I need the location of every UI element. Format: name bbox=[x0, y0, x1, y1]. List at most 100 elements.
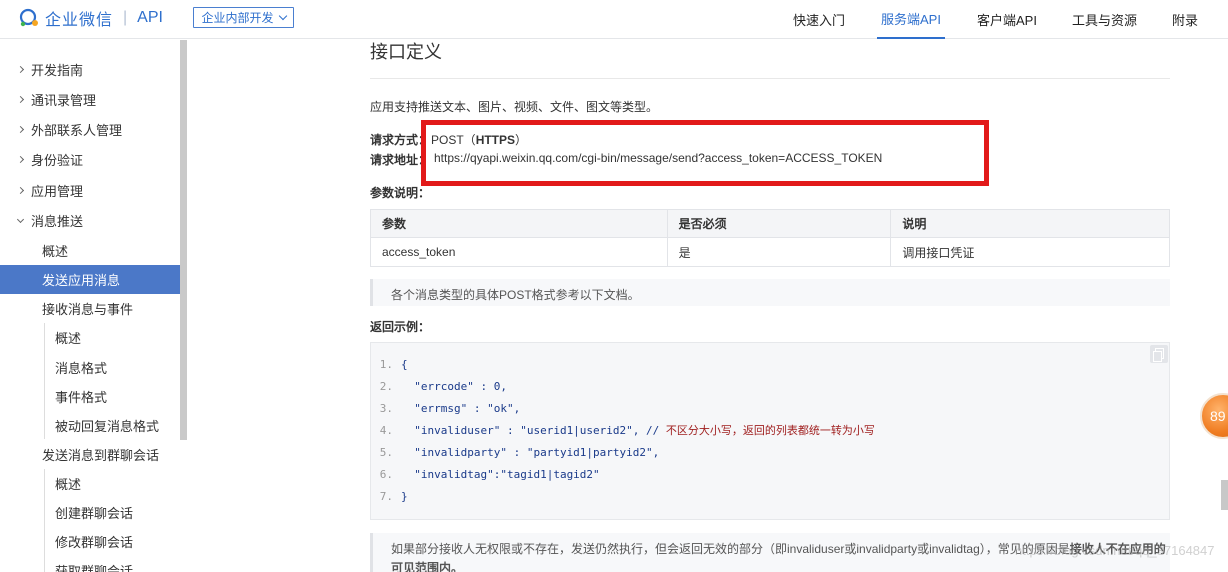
return-label: 返回示例： bbox=[370, 320, 431, 334]
chevron-right-icon bbox=[16, 65, 25, 74]
logo-divider: | bbox=[123, 9, 128, 26]
watermark: https://blog.csdn.net/qq_37164847 bbox=[1015, 543, 1215, 558]
badge-value: 89 bbox=[1210, 408, 1226, 424]
nav-client-api[interactable]: 客户端API bbox=[977, 0, 1037, 39]
page-title: 接口定义 bbox=[370, 42, 442, 62]
sidebar-item-create-group[interactable]: 创建群聊会话 bbox=[0, 498, 180, 527]
chevron-right-icon bbox=[16, 186, 25, 195]
params-label: 参数说明： bbox=[370, 186, 431, 200]
code-line: 5. "invalidparty" : "partyid1|partyid2", bbox=[371, 441, 660, 463]
sidebar-item-label: 概述 bbox=[42, 244, 69, 259]
sidebar-item-group-chat[interactable]: 发送消息到群聊会话 bbox=[0, 440, 180, 469]
code-text: "errcode" : 0, bbox=[401, 379, 507, 393]
sidebar-item-external-contacts[interactable]: 外部联系人管理 bbox=[0, 115, 180, 144]
sidebar-item-app-management[interactable]: 应用管理 bbox=[0, 176, 180, 205]
sidebar-item-label: 通讯录管理 bbox=[31, 93, 97, 108]
sidebar-item-auth[interactable]: 身份验证 bbox=[0, 145, 180, 174]
line-number: 6. bbox=[379, 467, 393, 481]
sidebar-item-label: 创建群聊会话 bbox=[55, 506, 134, 521]
format-note: 各个消息类型的具体POST格式参考以下文档。 bbox=[370, 279, 1170, 306]
sidebar-item-label: 修改群聊会话 bbox=[55, 535, 134, 550]
sidebar-item-message-format[interactable]: 消息格式 bbox=[0, 353, 180, 382]
nav-appendix[interactable]: 附录 bbox=[1172, 0, 1198, 39]
table-header-row: 参数 是否必须 说明 bbox=[370, 209, 1170, 238]
sidebar-item-receive-overview[interactable]: 概述 bbox=[0, 323, 180, 352]
line-number: 5. bbox=[379, 445, 393, 459]
sidebar-item-label: 接收消息与事件 bbox=[42, 302, 134, 317]
title-divider bbox=[370, 78, 1170, 79]
code-line: 2. "errcode" : 0, bbox=[371, 375, 507, 397]
sidebar-item-passive-reply[interactable]: 被动回复消息格式 bbox=[0, 411, 180, 440]
table-header: 参数 bbox=[370, 209, 668, 238]
table-header: 是否必须 bbox=[666, 209, 892, 238]
sidebar-item-label: 获取群聊会话 bbox=[55, 564, 134, 572]
wecom-logo-icon bbox=[19, 8, 38, 27]
nav-tools[interactable]: 工具与资源 bbox=[1072, 0, 1137, 39]
highlight-box bbox=[421, 120, 989, 186]
sidebar-item-dev-guide[interactable]: 开发指南 bbox=[0, 55, 180, 84]
sidebar-item-receive-messages[interactable]: 接收消息与事件 bbox=[0, 294, 180, 323]
line-number: 7. bbox=[379, 489, 393, 503]
code-comment: 不区分大小写，返回的列表都统一转为小写 bbox=[665, 424, 875, 437]
format-note-text: 各个消息类型的具体POST格式参考以下文档。 bbox=[391, 288, 640, 302]
sidebar-item-label: 身份验证 bbox=[31, 153, 84, 168]
code-line: 6. "invalidtag":"tagid1|tagid2" bbox=[371, 463, 600, 485]
code-text: "invaliduser" : "userid1|userid2", // bbox=[401, 423, 666, 437]
table-row: access_token 是 调用接口凭证 bbox=[370, 237, 1170, 267]
intro-text: 应用支持推送文本、图片、视频、文件、图文等类型。 bbox=[370, 100, 659, 114]
code-text: { bbox=[401, 357, 408, 371]
progress-badge[interactable]: 89 bbox=[1200, 393, 1228, 439]
sidebar-item-label: 发送应用消息 bbox=[42, 273, 121, 288]
chevron-down-icon bbox=[16, 215, 25, 223]
copy-icon[interactable] bbox=[1150, 345, 1168, 363]
sidebar-item-overview[interactable]: 概述 bbox=[0, 236, 180, 265]
dev-type-select[interactable]: 企业内部开发 bbox=[193, 7, 294, 28]
sidebar-item-label: 应用管理 bbox=[31, 184, 84, 199]
sidebar-item-get-group[interactable]: 获取群聊会话 bbox=[0, 556, 180, 572]
code-text: } bbox=[401, 489, 408, 503]
page-scrollbar[interactable] bbox=[1221, 480, 1228, 510]
params-table: 参数 是否必须 说明 access_token 是 调用接口凭证 bbox=[370, 209, 1170, 267]
invalid-note-text: 如果部分接收人无权限或不存在，发送仍然执行，但会返回无效的部分（即invalid… bbox=[391, 542, 1070, 556]
sidebar-item-update-group[interactable]: 修改群聊会话 bbox=[0, 527, 180, 556]
sidebar-item-group-overview[interactable]: 概述 bbox=[0, 469, 180, 498]
sidebar-item-label: 消息推送 bbox=[31, 214, 84, 229]
sidebar-item-label: 概述 bbox=[55, 477, 82, 492]
table-cell: 是 bbox=[666, 237, 892, 267]
logo-text: 企业微信 bbox=[45, 12, 114, 29]
chevron-right-icon bbox=[16, 95, 25, 104]
sidebar-item-contacts[interactable]: 通讯录管理 bbox=[0, 85, 180, 114]
sidebar-item-label: 发送消息到群聊会话 bbox=[42, 448, 160, 463]
nav-server-api[interactable]: 服务端API bbox=[877, 0, 945, 39]
sidebar-item-label: 外部联系人管理 bbox=[31, 123, 123, 138]
code-line: 1. { bbox=[371, 353, 408, 375]
sidebar-item-message-push[interactable]: 消息推送 bbox=[0, 206, 180, 235]
sidebar-scrollbar[interactable] bbox=[180, 40, 187, 440]
code-line: 3. "errmsg" : "ok", bbox=[371, 397, 520, 419]
dev-type-select-label: 企业内部开发 bbox=[201, 11, 274, 25]
line-number: 4. bbox=[379, 423, 393, 437]
top-header: 企业微信 | API 企业内部开发 快速入门 服务端API 客户端API 工具与… bbox=[0, 0, 1228, 39]
line-number: 2. bbox=[379, 379, 393, 393]
code-text: "errmsg" : "ok", bbox=[401, 401, 521, 415]
sidebar-item-send-app-message[interactable]: 发送应用消息 bbox=[0, 265, 180, 294]
line-number: 3. bbox=[379, 401, 393, 415]
code-text: "invalidtag":"tagid1|tagid2" bbox=[401, 467, 600, 481]
chevron-right-icon bbox=[16, 125, 25, 134]
logo[interactable]: 企业微信 | API bbox=[18, 7, 163, 29]
code-block[interactable]: 1. { 2. "errcode" : 0, 3. "errmsg" : "ok"… bbox=[370, 342, 1170, 520]
code-line: 7.} bbox=[371, 485, 408, 507]
code-text: "invalidparty" : "partyid1|partyid2", bbox=[401, 445, 660, 459]
nav-quickstart[interactable]: 快速入门 bbox=[793, 0, 845, 39]
sidebar-item-label: 开发指南 bbox=[31, 63, 84, 78]
line-number: 1. bbox=[379, 357, 393, 371]
chevron-down-icon bbox=[278, 11, 287, 21]
sidebar-item-event-format[interactable]: 事件格式 bbox=[0, 382, 180, 411]
code-line: 4. "invaliduser" : "userid1|userid2", //… bbox=[371, 419, 875, 441]
table-cell: access_token bbox=[370, 237, 668, 267]
sidebar-item-label: 被动回复消息格式 bbox=[55, 419, 160, 434]
sidebar: 开发指南 通讯录管理 外部联系人管理 身份验证 应用管理 消息推送 概述 发送应… bbox=[0, 40, 180, 572]
sidebar-item-label: 概述 bbox=[55, 331, 82, 346]
chevron-right-icon bbox=[16, 155, 25, 164]
table-header: 说明 bbox=[890, 209, 1170, 238]
